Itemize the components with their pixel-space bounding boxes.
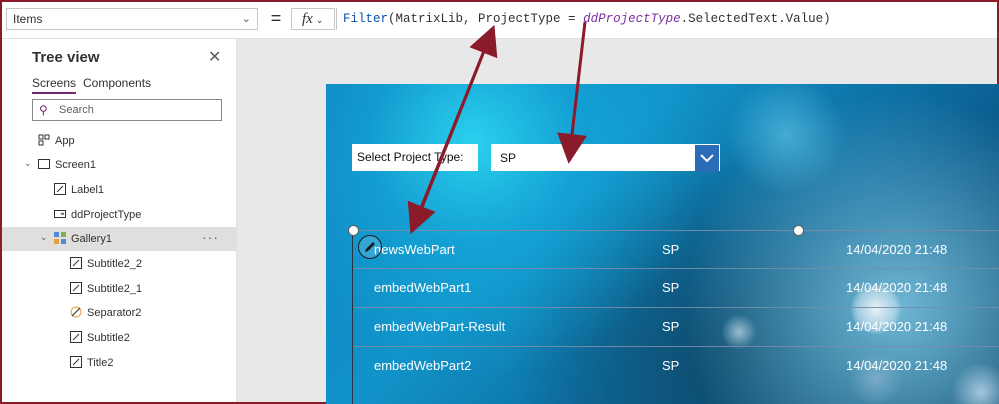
equals-sign: =	[270, 8, 282, 28]
gallery-row[interactable]: embedWebPart1 SP 14/04/2020 21:48	[354, 268, 999, 307]
gallery-icon	[54, 232, 66, 244]
tree-node-label: Title2	[87, 357, 114, 369]
tree-node-label: ddProjectType	[71, 209, 142, 221]
label-icon	[70, 282, 82, 294]
tree-view-panel: Tree view ✕ Screens Components ⚲ Search …	[2, 39, 237, 402]
close-icon[interactable]: ✕	[208, 47, 221, 67]
tree-node-subtitle2-1[interactable]: Subtitle2_1	[2, 277, 236, 301]
gallery1[interactable]: newsWebPart SP 14/04/2020 21:48 embedWeb…	[354, 230, 999, 404]
project-type-dropdown[interactable]: SP	[491, 144, 720, 172]
dropdown-button[interactable]	[695, 145, 719, 172]
tree-node-ddprojecttype[interactable]: ddProjectType	[2, 203, 236, 227]
row-title: newsWebPart	[374, 242, 455, 257]
search-input[interactable]: ⚲ Search	[32, 99, 222, 121]
label-icon	[54, 183, 66, 195]
row-project-type: SP	[662, 319, 680, 334]
formula-rest: .SelectedText.Value)	[680, 12, 831, 26]
formula-function: Filter	[343, 12, 389, 26]
property-name: Items	[13, 12, 43, 26]
resize-handle[interactable]	[348, 225, 359, 236]
select-project-type-label: Select Project Type:	[352, 144, 478, 171]
tree-node-gallery1[interactable]: ⌄ Gallery1 ···	[2, 227, 236, 251]
tree-node-label: Separator2	[87, 307, 142, 319]
row-title: embedWebPart2	[374, 358, 472, 373]
label-icon	[70, 356, 82, 368]
gallery-edit-button[interactable]	[358, 235, 382, 259]
row-project-type: SP	[662, 280, 680, 295]
chevron-down-icon: ⌄	[315, 15, 324, 25]
bokeh-light	[726, 84, 846, 194]
tree-node-label: Label1	[71, 184, 105, 196]
more-options-icon[interactable]: ···	[202, 229, 219, 245]
tree-node-label: Subtitle2	[87, 332, 130, 344]
property-dropdown[interactable]: Items ⌄	[6, 8, 258, 30]
tree-node-app[interactable]: App	[2, 129, 236, 153]
resize-handle[interactable]	[793, 225, 804, 236]
dropdown-value: SP	[500, 151, 517, 165]
app-icon	[38, 134, 50, 146]
tree-node-subtitle2[interactable]: Subtitle2	[2, 326, 236, 350]
gallery-row[interactable]: newsWebPart SP 14/04/2020 21:48	[354, 230, 999, 269]
dropdown-icon	[54, 210, 66, 218]
fx-icon: fx	[302, 11, 313, 27]
tree-node-subtitle2-2[interactable]: Subtitle2_2	[2, 252, 236, 276]
tree-node-separator2[interactable]: Separator2	[2, 301, 236, 325]
chevron-down-icon	[700, 154, 714, 163]
tree-node-label: App	[55, 135, 75, 147]
row-date: 14/04/2020 21:48	[846, 319, 948, 334]
fx-button[interactable]: fx ⌄	[291, 8, 335, 30]
tree-node-label: Gallery1	[71, 233, 112, 245]
screen-icon	[38, 159, 50, 169]
tree-node-label: Subtitle2_2	[87, 258, 143, 270]
label-icon	[70, 331, 82, 343]
row-title: embedWebPart1	[374, 280, 472, 295]
label-icon	[70, 257, 82, 269]
tree-node-label: Subtitle2_1	[87, 283, 143, 295]
search-icon: ⚲	[39, 103, 48, 117]
row-project-type: SP	[662, 358, 680, 373]
row-title: embedWebPart-Result	[374, 319, 506, 334]
row-date: 14/04/2020 21:48	[846, 242, 948, 257]
tree-node-label: Screen1	[55, 159, 96, 171]
search-placeholder: Search	[59, 104, 94, 116]
tree-view-title: Tree view	[32, 49, 100, 66]
chevron-down-icon[interactable]: ⌄	[24, 158, 32, 169]
chevron-down-icon[interactable]: ⌄	[40, 232, 48, 243]
row-date: 14/04/2020 21:48	[846, 280, 948, 295]
tab-screens[interactable]: Screens	[32, 76, 77, 94]
row-project-type: SP	[662, 242, 680, 257]
formula-args: (MatrixLib, ProjectType =	[388, 12, 584, 26]
formula-input[interactable]: Filter(MatrixLib, ProjectType = ddProjec…	[336, 8, 997, 30]
tab-components[interactable]: Components	[83, 76, 151, 90]
separator-icon	[70, 306, 82, 318]
row-date: 14/04/2020 21:48	[846, 358, 948, 373]
tree-node-title2[interactable]: Title2	[2, 351, 236, 375]
gallery-row[interactable]: embedWebPart-Result SP 14/04/2020 21:48	[354, 307, 999, 346]
gallery-row[interactable]: embedWebPart2 SP 14/04/2020 21:48	[354, 346, 999, 385]
pencil-icon	[365, 242, 375, 252]
formula-control-ref: ddProjectType	[583, 12, 681, 26]
tree-node-screen1[interactable]: ⌄ Screen1	[2, 153, 236, 177]
formula-bar: Items ⌄ = fx ⌄ Filter(MatrixLib, ProjectT…	[2, 2, 997, 39]
tree-node-label1[interactable]: Label1	[2, 178, 236, 202]
chevron-down-icon: ⌄	[241, 13, 251, 25]
